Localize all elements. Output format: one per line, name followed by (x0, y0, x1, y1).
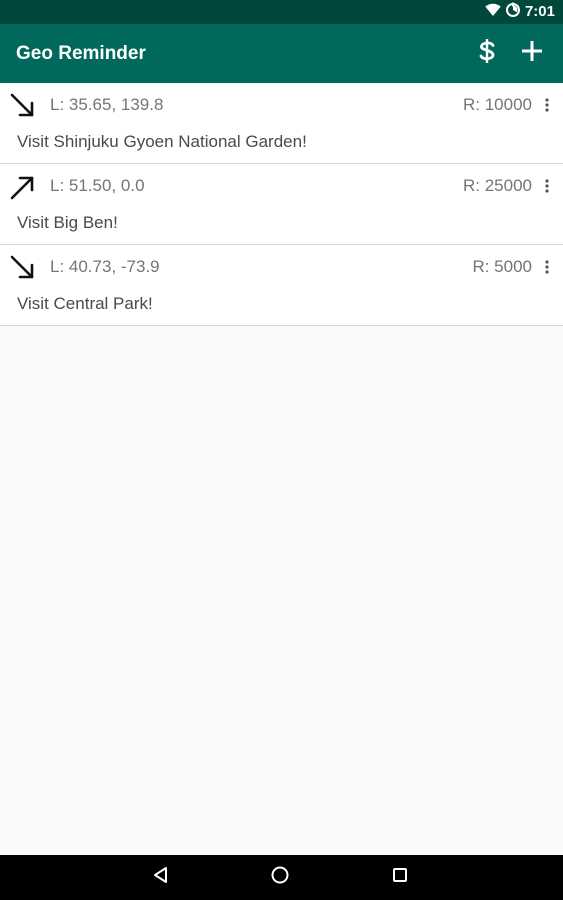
home-icon (270, 865, 290, 890)
reminder-radius: R: 5000 (472, 257, 532, 276)
add-reminder-button[interactable] (512, 24, 552, 83)
recents-icon (391, 866, 409, 889)
app-bar: Geo Reminder (0, 24, 563, 83)
dollar-icon (478, 38, 496, 69)
status-bar: 7:01 (0, 0, 563, 24)
reminder-message: Visit Shinjuku Gyoen National Garden! (17, 132, 307, 151)
reminder-radius: R: 25000 (463, 176, 532, 195)
navigation-bar (0, 855, 563, 900)
add-icon (522, 41, 542, 66)
arrow-down-right-icon (8, 253, 38, 283)
arrow-up-right-icon (8, 172, 38, 202)
reminder-location: L: 40.73, -73.9 (50, 257, 160, 276)
wifi-icon (485, 3, 501, 22)
overflow-menu-icon[interactable] (537, 174, 557, 198)
reminder-card[interactable]: L: 35.65, 139.8 R: 10000 Visit Shinjuku … (0, 83, 563, 164)
reminder-message: Visit Central Park! (17, 294, 153, 313)
reminder-location: L: 35.65, 139.8 (50, 95, 164, 114)
overflow-menu-icon[interactable] (537, 255, 557, 279)
overflow-menu-icon[interactable] (537, 93, 557, 117)
app-title: Geo Reminder (16, 43, 146, 64)
status-icons: 7:01 (485, 2, 555, 22)
donate-button[interactable] (467, 24, 507, 83)
data-saver-icon (505, 2, 521, 23)
home-button[interactable] (255, 855, 305, 900)
arrow-down-right-icon (8, 91, 38, 121)
reminder-card[interactable]: L: 40.73, -73.9 R: 5000 Visit Central Pa… (0, 245, 563, 326)
back-button[interactable] (136, 855, 186, 900)
status-time: 7:01 (524, 3, 555, 20)
reminder-message: Visit Big Ben! (17, 213, 118, 232)
recents-button[interactable] (375, 855, 425, 900)
reminder-radius: R: 10000 (463, 95, 532, 114)
back-icon (152, 866, 170, 889)
reminder-location: L: 51.50, 0.0 (50, 176, 145, 195)
reminder-list: L: 35.65, 139.8 R: 10000 Visit Shinjuku … (0, 83, 563, 326)
reminder-card[interactable]: L: 51.50, 0.0 R: 25000 Visit Big Ben! (0, 164, 563, 245)
